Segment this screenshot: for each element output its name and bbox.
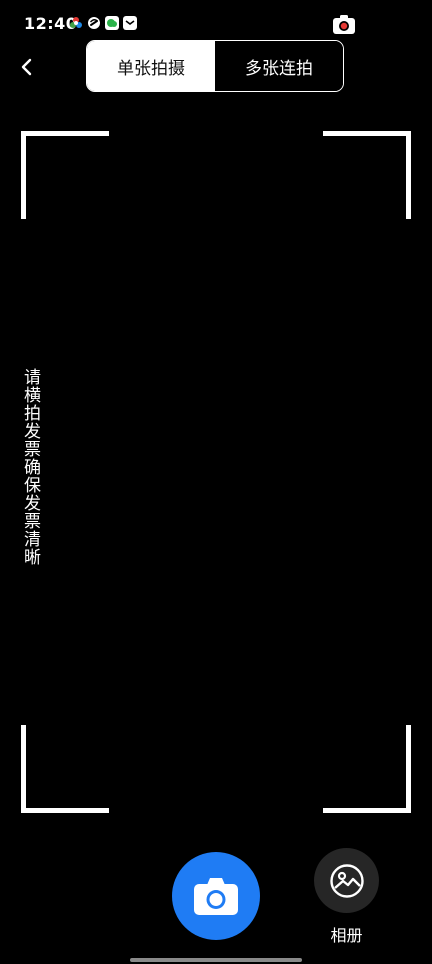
color-wheel-icon: [70, 17, 82, 28]
viewfinder-corner-bottom-left: [21, 725, 109, 813]
capture-hint: 请横拍发票确保发票清晰: [20, 368, 40, 566]
capture-mode-toggle: 单张拍摄 多张连拍: [86, 40, 344, 92]
shutter-button[interactable]: [172, 852, 260, 940]
home-indicator[interactable]: [130, 958, 302, 962]
notification-icons: [69, 16, 137, 30]
back-arrow-icon: [21, 58, 32, 76]
viewfinder-corner-top-right: [323, 131, 411, 219]
tab-burst-shot-label: 多张连拍: [245, 58, 313, 79]
album-button[interactable]: [314, 848, 379, 913]
tab-single-shot[interactable]: 单张拍摄: [87, 41, 215, 91]
album-label: 相册: [330, 926, 363, 945]
sync-icon: [88, 17, 100, 29]
camera-record-icon: [333, 15, 355, 34]
message-icon: [123, 16, 137, 30]
viewfinder-corner-bottom-right: [323, 725, 411, 813]
gallery-icon: [329, 863, 364, 898]
back-button[interactable]: [12, 52, 42, 82]
tab-burst-shot[interactable]: 多张连拍: [215, 41, 343, 91]
camera-icon: [194, 878, 238, 915]
viewfinder-corner-top-left: [21, 131, 109, 219]
wechat-icon: [105, 16, 119, 30]
tab-single-shot-label: 单张拍摄: [117, 58, 185, 79]
